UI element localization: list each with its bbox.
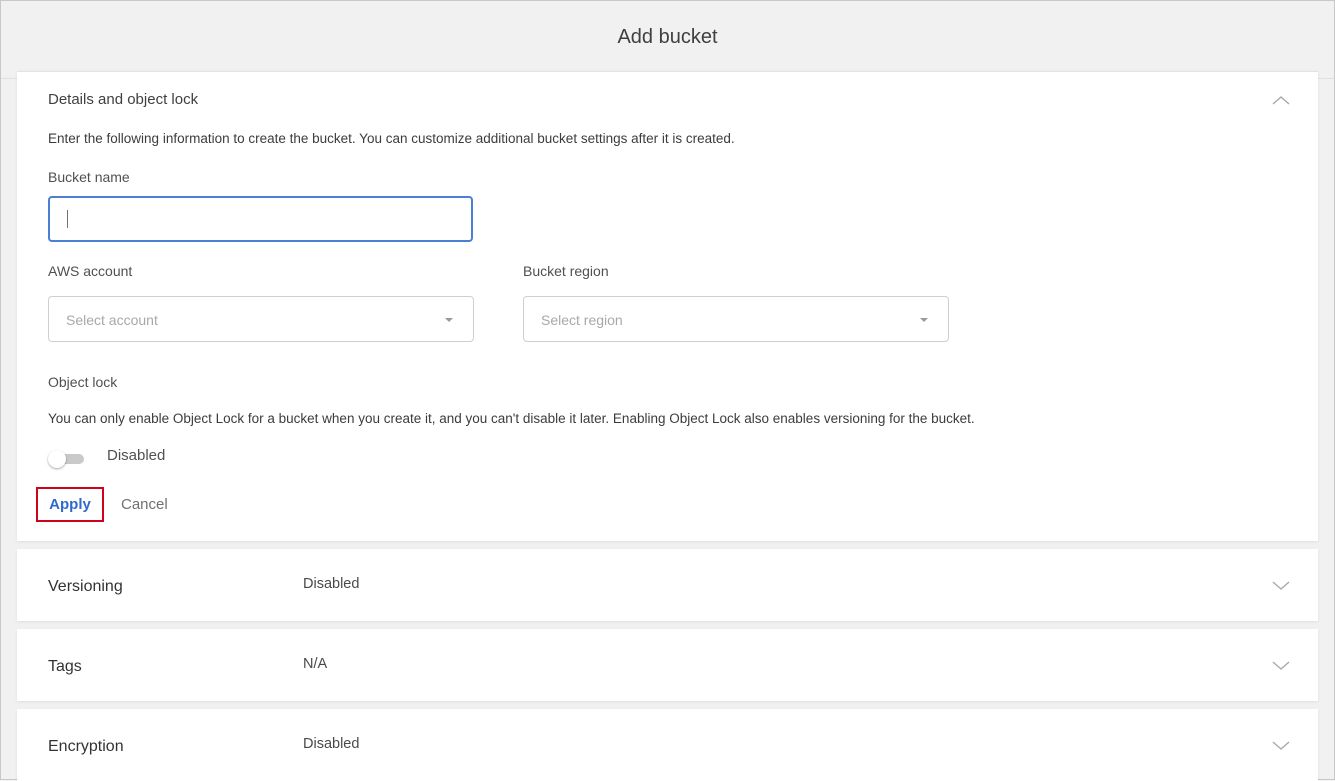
bucket-name-label: Bucket name [48,169,130,185]
tags-value: N/A [303,656,328,672]
object-lock-toggle[interactable] [48,450,88,468]
aws-account-placeholder: Select account [66,312,158,328]
object-lock-description: You can only enable Object Lock for a bu… [48,411,975,426]
encryption-section[interactable]: Encryption Disabled [17,709,1318,781]
bucket-region-placeholder: Select region [541,312,623,328]
aws-account-label: AWS account [48,263,133,279]
chevron-down-icon[interactable] [1271,739,1291,751]
details-section: Details and object lock Enter the follow… [17,71,1318,541]
toggle-knob [48,450,66,468]
details-intro-text: Enter the following information to creat… [48,131,735,146]
chevron-up-icon[interactable] [1271,94,1291,106]
details-section-title[interactable]: Details and object lock [48,91,198,108]
versioning-section[interactable]: Versioning Disabled [17,549,1318,621]
encryption-value: Disabled [303,736,360,752]
dialog-title: Add bucket [617,26,718,48]
cancel-button[interactable]: Cancel [121,496,168,513]
versioning-label: Versioning [48,578,123,595]
object-lock-toggle-label: Disabled [107,447,166,464]
apply-button[interactable]: Apply [36,487,104,522]
bucket-region-select[interactable]: Select region [523,296,949,342]
chevron-down-icon[interactable] [1271,579,1291,591]
versioning-value: Disabled [303,576,360,592]
bucket-name-input[interactable] [48,196,473,242]
object-lock-label: Object lock [48,374,118,390]
caret-down-icon [445,318,453,322]
add-bucket-dialog: Add bucket Details and object lock Enter… [0,0,1335,781]
aws-account-select[interactable]: Select account [48,296,474,342]
text-caret [67,210,68,228]
bucket-region-label: Bucket region [523,263,609,279]
tags-label: Tags [48,658,82,675]
encryption-label: Encryption [48,738,124,755]
caret-down-icon [920,318,928,322]
dialog-header: Add bucket [1,1,1334,79]
chevron-down-icon[interactable] [1271,659,1291,671]
tags-section[interactable]: Tags N/A [17,629,1318,701]
